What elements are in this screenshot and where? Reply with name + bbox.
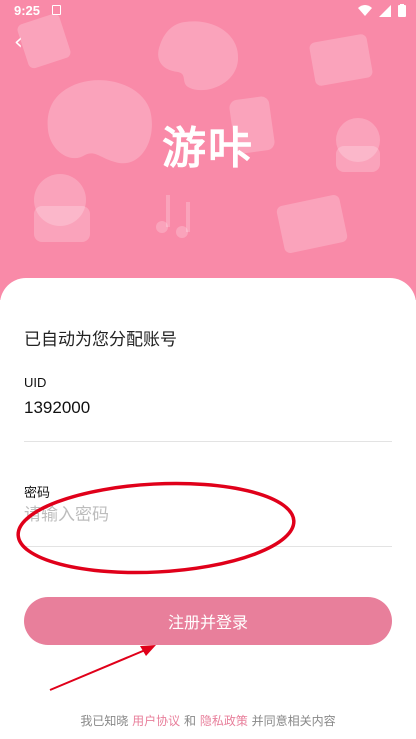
- video-card-icon: [309, 34, 373, 86]
- register-login-button[interactable]: 注册并登录: [24, 597, 392, 645]
- password-input[interactable]: [24, 500, 392, 530]
- password-label: 密码: [24, 486, 51, 501]
- wifi-icon: [358, 4, 372, 16]
- agreement-text: 我已知晓 用户协议 和 隐私政策 并同意相关内容: [0, 712, 416, 729]
- battery-icon: [398, 4, 406, 17]
- app-logo: 游咔: [162, 123, 254, 174]
- status-time: 9:25: [14, 3, 41, 18]
- agreement-prefix: 我已知晓: [80, 714, 133, 728]
- agreement-and: 和: [180, 714, 200, 728]
- back-button[interactable]: ‹: [14, 30, 40, 56]
- signal-icon: [379, 4, 391, 17]
- login-card: 已自动为您分配账号 UID 1392000 密码 注册并登录 我已知晓 用户协议…: [0, 278, 416, 739]
- uid-value: 1392000: [24, 398, 91, 417]
- video-card-bottom-icon: [276, 194, 348, 254]
- palette-icon: [158, 21, 239, 91]
- divider: [24, 546, 392, 547]
- card-title: 已自动为您分配账号: [24, 330, 177, 350]
- divider: [24, 441, 392, 442]
- music-note-icon: [166, 195, 170, 227]
- privacy-policy-link[interactable]: 隐私政策: [200, 714, 248, 728]
- header-banner: 9:25 ‹ 游咔: [0, 0, 416, 300]
- status-icons: [358, 4, 406, 17]
- user-agreement-link[interactable]: 用户协议: [132, 714, 180, 728]
- uid-label: UID: [24, 375, 47, 390]
- agreement-suffix: 并同意相关内容: [247, 714, 336, 728]
- status-bar: 9:25: [0, 0, 416, 24]
- notification-a-icon: [52, 5, 61, 15]
- chevron-left-icon: ‹: [14, 30, 23, 55]
